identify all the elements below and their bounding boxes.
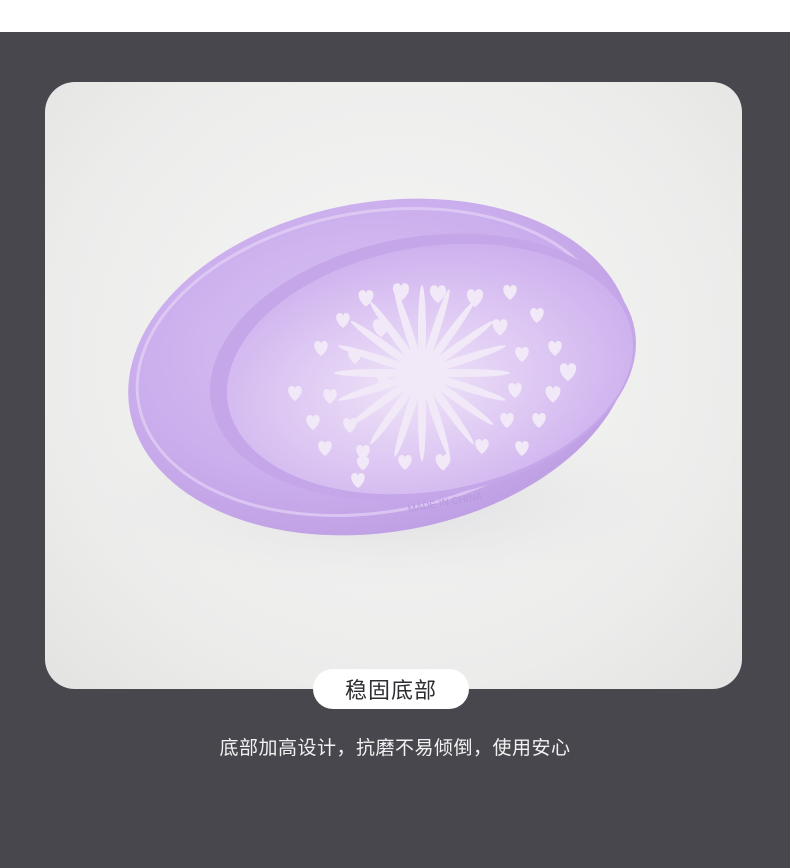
feature-title: 稳固底部	[344, 679, 437, 704]
feature-description: 底部加高设计，抗磨不易倾倒，使用安心	[219, 737, 571, 759]
soap-dish-illustration: MADE IN CHINA	[100, 198, 680, 592]
feature-title-badge: 稳固底部	[313, 669, 469, 709]
top-white-band	[0, 0, 790, 32]
product-photo: MADE IN CHINA	[45, 82, 742, 689]
